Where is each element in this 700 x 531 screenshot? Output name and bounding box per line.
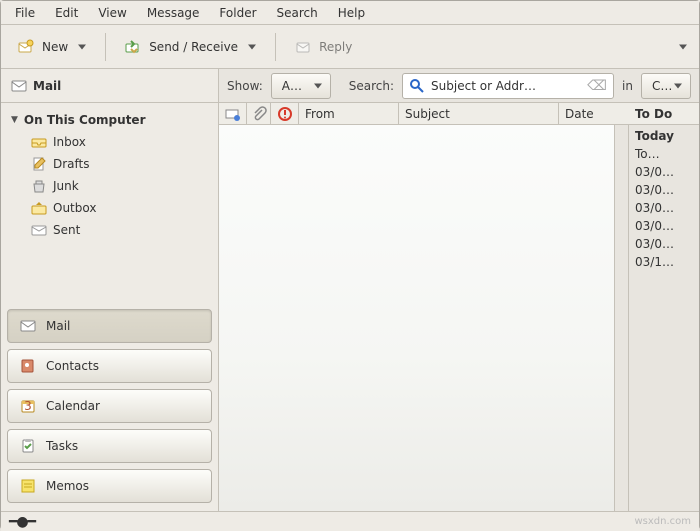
folder-tree: On This Computer Inbox Drafts Junk Outbo…: [1, 103, 218, 261]
reply-button[interactable]: Reply: [284, 32, 363, 62]
menu-view[interactable]: View: [88, 2, 136, 24]
menu-search[interactable]: Search: [267, 2, 328, 24]
col-date[interactable]: Date: [559, 103, 629, 124]
todo-item[interactable]: To…: [635, 147, 693, 161]
contacts-icon: [20, 358, 36, 374]
toolbar-overflow[interactable]: [669, 35, 693, 59]
inbox-icon: [31, 134, 47, 150]
search-icon: [409, 78, 425, 94]
folder-sent[interactable]: Sent: [31, 219, 216, 241]
show-value: A…: [282, 79, 302, 93]
attachment-icon: [251, 106, 267, 122]
reply-icon: [295, 39, 311, 55]
section-label: Mail: [33, 79, 61, 93]
separator: [105, 33, 106, 61]
envelope-icon: [11, 78, 27, 94]
switcher-tasks[interactable]: Tasks: [7, 429, 212, 463]
content: From Subject Date To Do Today To… 03/0… …: [219, 103, 699, 511]
todo-item[interactable]: 03/1…: [635, 255, 693, 269]
todo-header[interactable]: To Do: [629, 103, 699, 125]
sidebar: On This Computer Inbox Drafts Junk Outbo…: [1, 103, 219, 511]
sent-icon: [31, 222, 47, 238]
new-mail-icon: [18, 39, 34, 55]
folder-outbox[interactable]: Outbox: [31, 197, 216, 219]
folder-junk[interactable]: Junk: [31, 175, 216, 197]
search-placeholder: Subject or Addr…: [431, 79, 536, 93]
show-label: Show:: [227, 79, 263, 93]
message-pane: From Subject Date: [219, 103, 629, 511]
main: On This Computer Inbox Drafts Junk Outbo…: [1, 103, 699, 511]
search-input[interactable]: Subject or Addr… ⌫: [402, 73, 614, 99]
switcher-mail[interactable]: Mail: [7, 309, 212, 343]
watermark: wsxdn.com: [634, 516, 691, 527]
memos-icon: [20, 478, 36, 494]
switcher-memos[interactable]: Memos: [7, 469, 212, 503]
todo-item[interactable]: 03/0…: [635, 183, 693, 197]
menu-file[interactable]: File: [5, 2, 45, 24]
scrollbar[interactable]: [614, 125, 628, 511]
todo-item[interactable]: Today: [635, 129, 693, 143]
tree-root[interactable]: On This Computer: [9, 109, 216, 131]
send-receive-label: Send / Receive: [149, 40, 238, 54]
clear-search-icon[interactable]: ⌫: [587, 78, 607, 94]
col-from[interactable]: From: [299, 103, 399, 124]
envelope-icon: [225, 106, 241, 122]
col-status[interactable]: [219, 103, 247, 124]
column-headers: From Subject Date: [219, 103, 629, 125]
statusbar: ━●━ wsxdn.com: [1, 511, 699, 531]
envelope-icon: [20, 318, 36, 334]
menu-help[interactable]: Help: [328, 2, 375, 24]
toolbar: New Send / Receive Reply: [1, 25, 699, 69]
status-grip-icon[interactable]: ━●━: [9, 514, 35, 530]
svg-text:3: 3: [24, 399, 32, 413]
col-subject[interactable]: Subject: [399, 103, 559, 124]
todo-item[interactable]: 03/0…: [635, 201, 693, 215]
menu-folder[interactable]: Folder: [209, 2, 266, 24]
search-label: Search:: [349, 79, 394, 93]
switcher-calendar[interactable]: 3Calendar: [7, 389, 212, 423]
send-receive-icon: [125, 39, 141, 55]
col-important[interactable]: [271, 103, 299, 124]
switcher: Mail Contacts 3Calendar Tasks Memos: [1, 305, 218, 511]
todo-item[interactable]: 03/0…: [635, 237, 693, 251]
col-attachment[interactable]: [247, 103, 271, 124]
new-button[interactable]: New: [7, 32, 97, 62]
section-header: Mail: [1, 69, 219, 102]
in-label: in: [622, 79, 633, 93]
new-button-label: New: [42, 40, 68, 54]
reply-label: Reply: [319, 40, 352, 54]
junk-icon: [31, 178, 47, 194]
folder-drafts[interactable]: Drafts: [31, 153, 216, 175]
todo-item[interactable]: 03/0…: [635, 165, 693, 179]
tasks-icon: [20, 438, 36, 454]
outbox-icon: [31, 200, 47, 216]
menu-message[interactable]: Message: [137, 2, 210, 24]
in-combo[interactable]: C…: [641, 73, 691, 99]
todo-pane: To Do Today To… 03/0… 03/0… 03/0… 03/0… …: [629, 103, 699, 511]
menu-edit[interactable]: Edit: [45, 2, 88, 24]
send-receive-button[interactable]: Send / Receive: [114, 32, 267, 62]
in-value: C…: [652, 79, 672, 93]
switcher-contacts[interactable]: Contacts: [7, 349, 212, 383]
filter-row: Mail Show: A… Search: Subject or Addr… ⌫…: [1, 69, 699, 103]
message-list[interactable]: [219, 125, 629, 511]
menubar: File Edit View Message Folder Search Hel…: [1, 1, 699, 25]
folder-inbox[interactable]: Inbox: [31, 131, 216, 153]
drafts-icon: [31, 156, 47, 172]
separator: [275, 33, 276, 61]
calendar-icon: 3: [20, 398, 36, 414]
todo-list: Today To… 03/0… 03/0… 03/0… 03/0… 03/0… …: [629, 125, 699, 273]
important-icon: [277, 106, 293, 122]
show-combo[interactable]: A…: [271, 73, 331, 99]
todo-item[interactable]: 03/0…: [635, 219, 693, 233]
